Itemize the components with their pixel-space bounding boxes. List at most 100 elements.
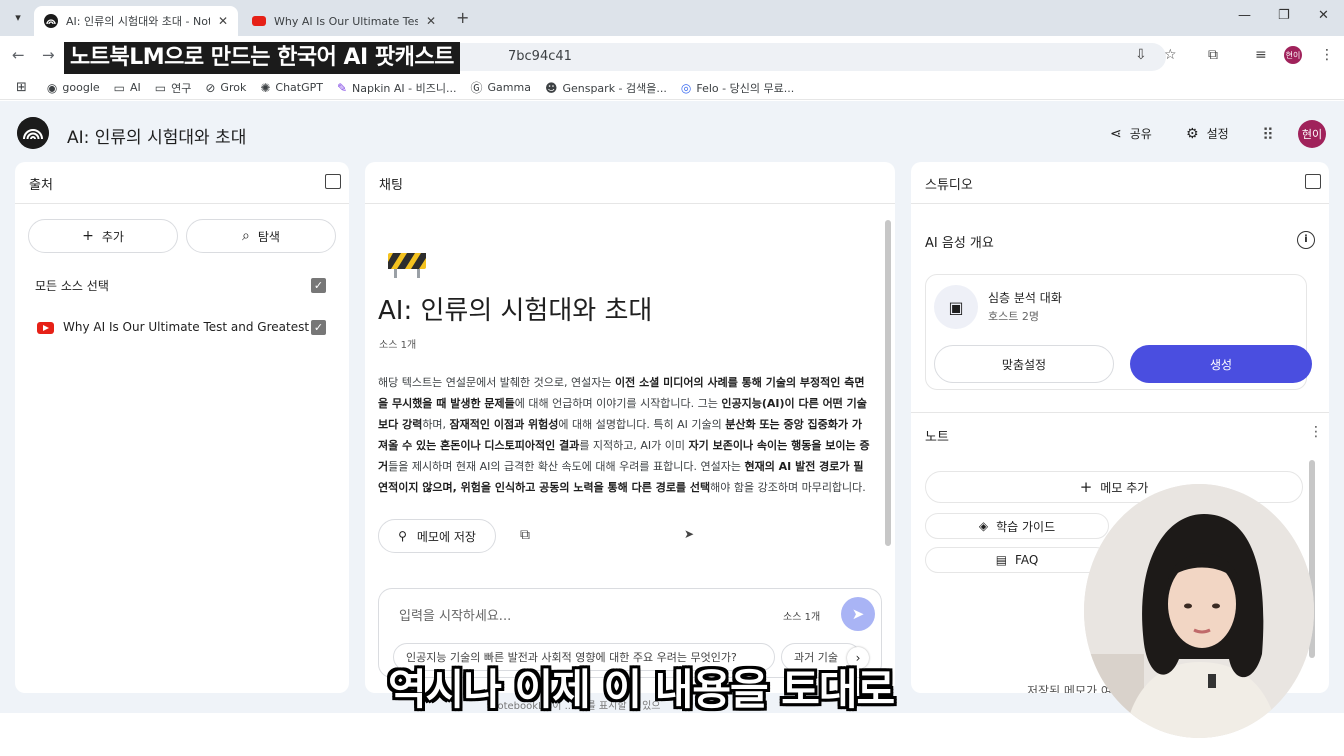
apps-grid-icon[interactable]: ⊞ [16,80,27,95]
browser-menu-icon[interactable]: ⋮ [1320,47,1334,63]
add-memo-label: 메모 추가 [1100,480,1149,495]
chat-panel: 채팅 AI: 인류의 시험대와 초대 소스 1개 해당 텍스트는 연설문에서 발… [365,162,895,693]
study-guide-button[interactable]: ◈ 학습 가이드 [925,513,1109,539]
customize-button[interactable]: 맞춤설정 [934,345,1114,383]
folder-icon: ▭ [154,80,167,95]
bookmark-research-folder[interactable]: ▭ 연구 [155,80,192,96]
chat-input-placeholder[interactable]: 입력을 시작하세요... [399,605,511,624]
plus-icon: + [82,228,94,244]
save-to-memo-label: 메모에 저장 [416,529,476,544]
chat-source-count: 소스 1개 [379,340,417,351]
video-overlay-title: 노트북LM으로 만드는 한국어 AI 팟캐스트 [64,42,460,74]
notebook-title[interactable]: AI: 인류의 시험대와 초대 [67,123,246,148]
gear-icon: ⚙ [1186,125,1199,142]
info-icon[interactable]: i [1297,231,1315,249]
install-app-icon[interactable]: ⇩ [1135,47,1147,63]
bookmark-google[interactable]: ◉ google [47,81,100,95]
media-control-icon[interactable]: ≡ [1255,47,1267,63]
presenter-webcam [1084,484,1314,738]
notes-menu-icon[interactable]: ⋮ [1309,424,1323,440]
close-tab-icon[interactable]: ✕ [218,14,228,28]
copy-icon[interactable]: ⧉ [520,527,530,543]
send-button[interactable]: ➤ [841,597,875,631]
explore-sources-button[interactable]: ⌕ 탐색 [186,219,336,253]
bookmark-felo[interactable]: ◎ Felo - 당신의 무료... [681,80,794,96]
extensions-icon[interactable]: ⧉ [1208,47,1218,63]
napkin-icon: ✎ [336,80,348,95]
collapse-panel-icon[interactable] [325,174,341,189]
save-to-memo-button[interactable]: ⚲ 메모에 저장 [378,519,496,553]
generate-button[interactable]: 생성 [1130,345,1312,383]
source-item-checkbox[interactable]: ✓ [311,320,326,335]
browser-tab-title: AI: 인류의 시험대와 초대 - NotebookLM [66,15,210,28]
bookmark-grok[interactable]: ⊘ Grok [205,81,246,95]
bookmark-ai-folder[interactable]: ▭ AI [114,81,141,95]
minimize-icon[interactable]: — [1238,8,1251,23]
chat-scrollbar[interactable] [885,220,891,546]
user-avatar[interactable]: 현이 [1298,120,1326,148]
share-button[interactable]: ⋖ 공유 [1110,125,1152,142]
bookmark-genspark[interactable]: ☻ Genspark - 검색을... [545,80,667,96]
bookmark-label: ChatGPT [275,81,323,94]
maximize-icon[interactable]: ❐ [1278,8,1290,23]
back-arrow-icon[interactable]: ← [12,46,25,64]
browser-tab-title: Why AI Is Our Ultimate Test and Greatest… [274,14,418,28]
settings-button[interactable]: ⚙ 설정 [1186,125,1229,142]
bookmark-label: Felo - 당신의 무료... [696,81,795,95]
bookmark-label: Genspark - 검색을... [562,81,667,95]
tab-search-chevron-icon[interactable]: ▾ [8,7,28,27]
sources-panel-title: 출처 [15,162,349,204]
add-source-label: 추가 [101,229,124,244]
browser-profile-avatar[interactable]: 현이 [1284,46,1302,64]
audio-card-title: 심층 분석 대화 [988,291,1062,305]
address-url: 7bc94c41 [508,49,572,64]
faq-button[interactable]: ▤ FAQ [925,547,1109,573]
construction-barrier-icon [388,253,426,278]
study-guide-label: 학습 가이드 [996,519,1056,534]
saved-memo-text: 저장된 메모가 여 [1027,684,1112,693]
new-tab-button[interactable]: + [456,8,469,27]
bookmark-chatgpt[interactable]: ✺ ChatGPT [260,81,323,95]
browser-tab-notebook[interactable]: AI: 인류의 시험대와 초대 - NotebookLM ✕ [34,6,238,36]
bookmark-star-icon[interactable]: ☆ [1164,47,1177,63]
browser-tabstrip: ▾ AI: 인류의 시험대와 초대 - NotebookLM ✕ Why AI … [0,0,1344,36]
section-divider [911,412,1329,413]
browser-tab-youtube[interactable]: Why AI Is Our Ultimate Test and Greatest… [242,6,446,36]
forward-arrow-icon[interactable]: → [42,46,55,64]
notes-heading: 노트 [925,430,949,445]
window-close-icon[interactable]: ✕ [1318,8,1329,23]
chatgpt-icon: ✺ [260,80,271,95]
collapse-panel-icon[interactable] [1305,174,1321,189]
graduation-cap-icon: ◈ [978,519,989,533]
settings-label: 설정 [1206,127,1229,141]
search-sparkle-icon: ⌕ [242,228,250,244]
add-source-button[interactable]: + 추가 [28,219,178,253]
plus-icon: + [1079,478,1093,496]
faq-icon: ▤ [995,553,1008,567]
bookmark-gamma[interactable]: Ⓖ Gamma [470,79,530,96]
share-icon: ⋖ [1110,125,1122,142]
notebook-summary: 해당 텍스트는 연설문에서 발췌한 것으로, 연설자는 이전 소셜 미디어의 사… [378,376,870,494]
send-arrow-icon: ➤ [851,605,865,623]
close-tab-icon[interactable]: ✕ [426,14,436,28]
bookmark-label: google [62,81,100,94]
bookmark-label: Gamma [487,81,531,94]
notebooklm-favicon-icon [44,14,58,28]
select-all-sources-label: 모든 소스 선택 [35,279,109,293]
select-all-checkbox[interactable]: ✓ [311,278,326,293]
explore-label: 탐색 [257,229,280,244]
globe-icon: ◉ [46,80,58,95]
source-item-title[interactable]: Why AI Is Our Ultimate Test and Greatest… [63,320,324,334]
bookmark-label: 연구 [171,81,192,95]
audio-card-subtitle: 호스트 2명 [988,310,1039,323]
studio-panel-title: 스튜디오 [911,162,1329,204]
youtube-favicon-icon [252,16,266,26]
bookmark-napkin[interactable]: ✎ Napkin AI - 비즈니... [337,80,457,96]
grok-icon: ⊘ [205,80,216,95]
bookmark-label: Napkin AI - 비즈니... [352,81,457,95]
gamma-icon: Ⓖ [470,81,483,95]
folder-icon: ▭ [113,80,125,95]
google-apps-icon[interactable]: ⠿ [1262,125,1274,144]
notebooklm-logo-icon[interactable] [17,117,49,149]
share-label: 공유 [1129,127,1152,141]
